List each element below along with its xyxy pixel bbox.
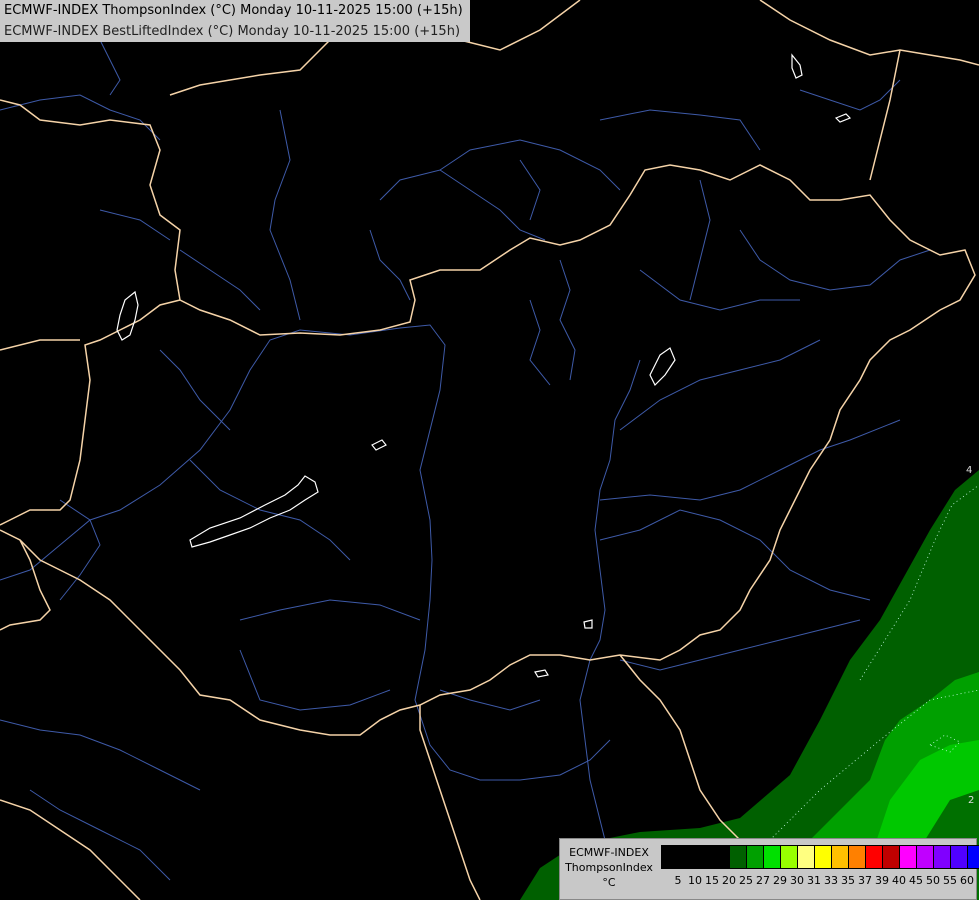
river-22	[0, 719, 201, 791]
river-4	[439, 139, 621, 191]
river-10	[689, 179, 711, 301]
legend-swatch	[968, 846, 979, 868]
river-6	[369, 229, 411, 301]
legend-title-index: ThompsonIndex	[565, 861, 653, 874]
legend-swatch	[798, 846, 815, 868]
legend-tick-label: 39	[875, 874, 889, 887]
legend-tick-label: 55	[943, 874, 957, 887]
legend-tick-label: 20	[722, 874, 736, 887]
legend-swatch	[934, 846, 951, 868]
lake-small-4	[834, 113, 852, 123]
border-ne-2	[869, 49, 901, 181]
lakes	[116, 53, 852, 678]
lake-small-5	[534, 669, 549, 678]
border-north	[0, 99, 976, 336]
lake-neusiedl	[116, 290, 139, 341]
border-nw	[0, 339, 80, 351]
river-18	[59, 499, 101, 601]
river-23	[159, 349, 231, 431]
legend-tick-label: 31	[807, 874, 821, 887]
river-24	[619, 619, 861, 671]
legend-tick-label: 29	[773, 874, 787, 887]
lake-balaton	[189, 475, 319, 548]
legend-tick-label: 30	[790, 874, 804, 887]
river-28	[29, 789, 171, 881]
legend-tick-label: 37	[858, 874, 872, 887]
legend-swatch	[900, 846, 917, 868]
river-15	[619, 339, 821, 431]
river-19	[189, 459, 351, 561]
legend-swatch	[917, 846, 934, 868]
river-14	[599, 509, 871, 601]
legend-swatch	[849, 846, 866, 868]
legend-tick-label: 27	[756, 874, 770, 887]
border-south-1	[419, 705, 481, 900]
legend-swatch	[730, 846, 747, 868]
contour-label-2: 2	[968, 795, 974, 806]
legend-swatch	[764, 846, 781, 868]
river-danube	[0, 324, 611, 781]
border-west	[0, 299, 181, 526]
river-16	[179, 249, 261, 311]
river-3	[269, 109, 301, 321]
legend-tick-label: 10	[688, 874, 702, 887]
legend-tick-label: 15	[705, 874, 719, 887]
river-5	[379, 169, 546, 241]
river-25	[799, 79, 901, 111]
river-7	[519, 159, 541, 221]
legend-swatch	[815, 846, 832, 868]
legend-swatch	[662, 846, 679, 868]
legend-swatch	[951, 846, 968, 868]
legend-tick-label: 33	[824, 874, 838, 887]
legend-unit: °C	[602, 876, 616, 889]
map-title-secondary: ECMWF-INDEX BestLiftedIndex (°C) Monday …	[0, 21, 470, 42]
index-field: 4 2	[520, 465, 979, 900]
border-west-south	[0, 539, 51, 631]
lake-small-3	[791, 53, 803, 79]
color-legend: ECMWF-INDEX ThompsonIndex °C 5 10 15 20 25 27…	[559, 838, 979, 900]
river-26	[599, 109, 761, 151]
legend-swatch	[713, 846, 730, 868]
river-2	[99, 39, 121, 96]
river-12	[639, 269, 800, 311]
river-1	[0, 94, 161, 141]
river-20	[239, 599, 421, 621]
legend-tick-label: 60	[960, 874, 974, 887]
legend-swatch	[696, 846, 713, 868]
legend-tick-label: 50	[926, 874, 940, 887]
rivers	[0, 39, 931, 881]
legend-tick-label: 45	[909, 874, 923, 887]
legend-tick-label: 5	[674, 874, 682, 887]
river-13	[599, 419, 901, 501]
legend-swatch	[866, 846, 883, 868]
map-title-primary: ECMWF-INDEX ThompsonIndex (°C) Monday 10…	[0, 0, 470, 21]
river-9	[529, 299, 551, 386]
border-south-2	[619, 654, 741, 841]
river-8	[559, 259, 576, 381]
legend-swatch	[883, 846, 900, 868]
river-11	[739, 229, 931, 291]
legend-swatches	[661, 845, 979, 869]
border-east	[0, 309, 941, 736]
legend-swatch	[747, 846, 764, 868]
legend-text: ECMWF-INDEX ThompsonIndex °C	[560, 845, 658, 890]
contour-label-4: 4	[966, 465, 972, 476]
river-tisza	[579, 359, 641, 861]
legend-swatch	[679, 846, 696, 868]
legend-swatch	[832, 846, 849, 868]
map-canvas: 4 2	[0, 0, 979, 900]
river-21	[239, 649, 391, 711]
legend-title-model: ECMWF-INDEX	[569, 846, 649, 859]
lake-small-6	[583, 619, 593, 629]
legend-swatch	[781, 846, 798, 868]
legend-tick-label: 25	[739, 874, 753, 887]
lake-small-2	[649, 347, 676, 387]
legend-tick-label: 40	[892, 874, 906, 887]
lake-small-1	[371, 439, 387, 451]
legend-tick-label: 35	[841, 874, 855, 887]
